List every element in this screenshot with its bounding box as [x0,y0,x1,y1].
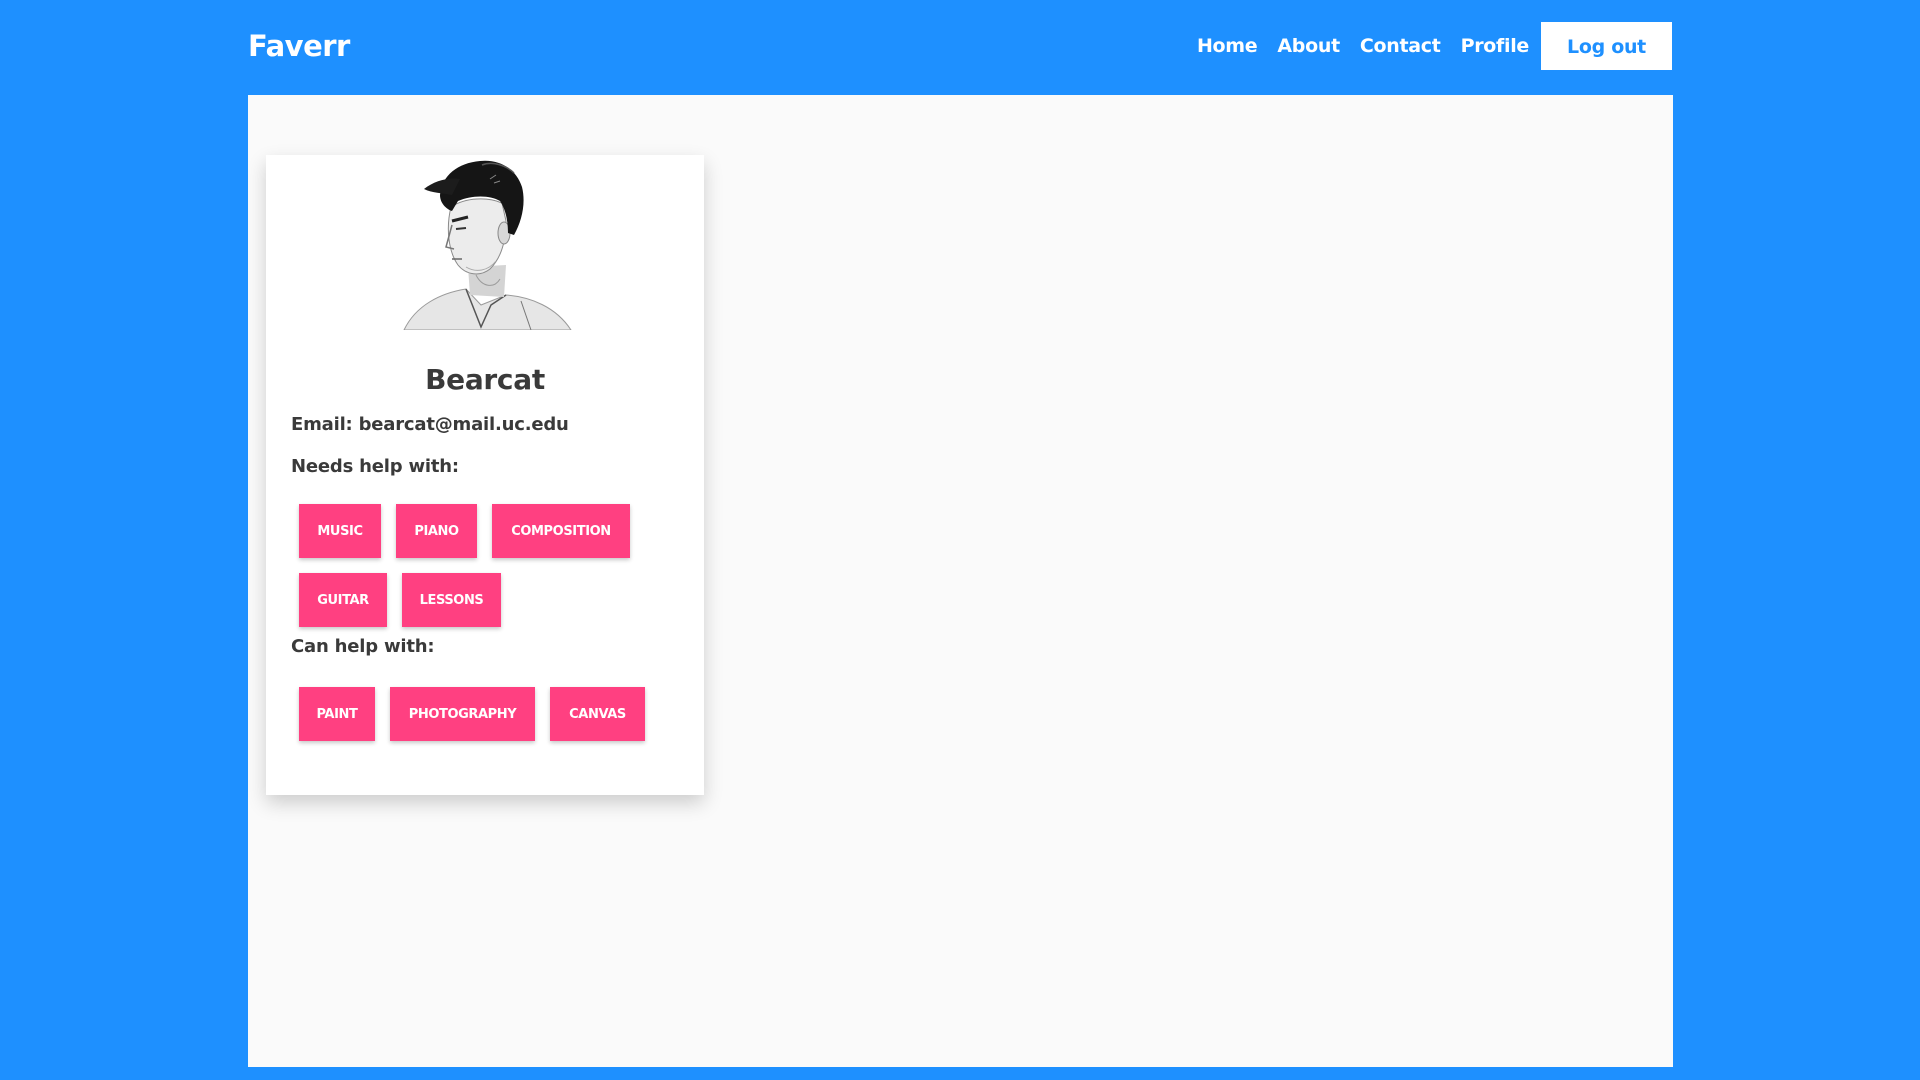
tag-canvas[interactable]: CANVAS [550,687,645,741]
needs-help-label: Needs help with: [291,456,459,477]
tag-piano[interactable]: PIANO [396,504,477,558]
tag-paint[interactable]: PAINT [299,687,375,741]
profile-email: Email: bearcat@mail.uc.edu [291,414,569,435]
nav-link-home[interactable]: Home [1197,35,1258,57]
tag-music[interactable]: MUSIC [299,504,381,558]
nav-link-about[interactable]: About [1277,35,1340,57]
nav-link-profile[interactable]: Profile [1461,35,1530,57]
tag-composition[interactable]: COMPOSITION [492,504,630,558]
avatar [396,155,576,330]
brand-logo[interactable]: Faverr [248,29,350,63]
tag-lessons[interactable]: LESSONS [402,573,501,627]
logout-button[interactable]: Log out [1541,22,1672,70]
nav-link-contact[interactable]: Contact [1360,35,1441,57]
tag-guitar[interactable]: GUITAR [299,573,387,627]
profile-card: Bearcat Email: bearcat@mail.uc.edu Needs… [266,155,704,795]
main-panel: Bearcat Email: bearcat@mail.uc.edu Needs… [248,95,1673,1067]
tag-photography[interactable]: PHOTOGRAPHY [390,687,535,741]
profile-name: Bearcat [425,363,545,396]
nav-links: Home About Contact Profile Log out [1177,22,1672,70]
can-help-label: Can help with: [291,636,435,657]
navbar: Faverr Home About Contact Profile Log ou… [248,22,1672,70]
